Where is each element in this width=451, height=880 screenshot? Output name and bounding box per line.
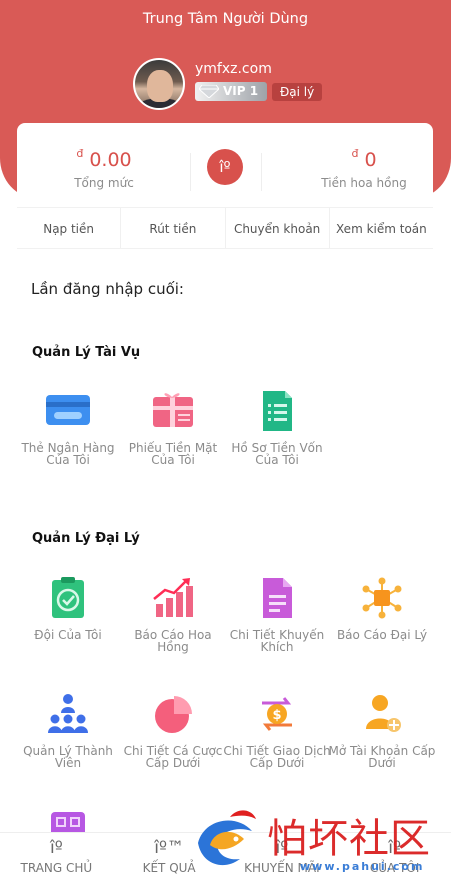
wallet-actions: Nạp tiền Rút tiền Chuyển khoản Xem kiểm …	[17, 207, 433, 249]
fund-record-item[interactable]: Hồ Sơ Tiền Vốn Của Tôi	[223, 390, 331, 466]
agent-report-item[interactable]: Báo Cáo Đại Lý	[328, 577, 436, 641]
nav-home-label: TRANG CHỦ	[20, 861, 93, 875]
diamond-icon	[199, 85, 219, 98]
team-clipboard-icon	[45, 577, 91, 619]
vip-level: VIP 1	[223, 84, 259, 98]
agent-badge: Đại lý	[272, 83, 323, 101]
subordinate-bet-label: Chi Tiết Cá Cược Cấp Dưới	[123, 744, 223, 770]
subordinate-bet-item[interactable]: Chi Tiết Cá Cược Cấp Dưới	[119, 693, 227, 769]
username: ymfxz.com	[195, 61, 272, 77]
member-management-label: Quản Lý Thành Viên	[23, 744, 113, 770]
vip-badge: VIP 1	[195, 82, 267, 101]
commission-balance-label: Tiền hoa hồng	[321, 176, 407, 190]
my-team-label: Đội Của Tôi	[34, 628, 102, 642]
last-login: Lần đăng nhập cuối:	[31, 280, 184, 298]
gift-voucher-icon	[150, 390, 196, 432]
total-balance: đ 0.00 Tổng mức	[17, 147, 191, 190]
open-subordinate-item[interactable]: Mở Tài Khoản Cấp Dưới	[328, 693, 436, 769]
subordinate-transaction-item[interactable]: $ Chi Tiết Giao Dịch Cấp Dưới	[223, 693, 331, 769]
incentive-detail-item[interactable]: Chi Tiết Khuyến Khích	[223, 577, 331, 653]
currency-symbol: đ	[351, 147, 359, 160]
commission-report-item[interactable]: Báo Cáo Hoa Hồng	[119, 577, 227, 653]
subordinate-transaction-label: Chi Tiết Giao Dịch Cấp Dưới	[223, 744, 331, 770]
home-icon: îº	[50, 838, 63, 858]
watermark: 怕坏社区 www.pahui.com	[190, 805, 451, 880]
bank-card-label: Thẻ Ngân Hàng Của Tôi	[21, 441, 115, 467]
agency-section-title: Quản Lý Đại Lý	[32, 531, 140, 546]
divider	[261, 153, 262, 191]
refresh-icon[interactable]: îº	[207, 149, 243, 185]
commission-amount: 0	[364, 149, 377, 171]
cash-voucher-label: Phiếu Tiền Mặt Của Tôi	[128, 441, 218, 467]
currency-symbol: đ	[76, 147, 84, 160]
total-balance-label: Tổng mức	[74, 176, 134, 190]
total-amount: 0.00	[89, 149, 132, 171]
pie-chart-icon	[150, 693, 196, 735]
audit-button[interactable]: Xem kiểm toán	[330, 208, 433, 248]
deposit-button[interactable]: Nạp tiền	[17, 208, 122, 248]
watermark-url: www.pahui.com	[300, 860, 425, 873]
divider	[190, 153, 191, 191]
incentive-detail-label: Chi Tiết Khuyến Khích	[229, 628, 325, 654]
bank-card-icon	[45, 390, 91, 432]
add-user-icon	[359, 693, 405, 735]
avatar-face	[147, 70, 173, 102]
finance-section-title: Quản Lý Tài Vụ	[32, 345, 141, 360]
svg-text:$: $	[272, 708, 281, 723]
commission-report-label: Báo Cáo Hoa Hồng	[134, 628, 212, 654]
commission-balance-value: đ0	[279, 147, 449, 171]
nav-home[interactable]: îº TRANG CHỦ	[0, 833, 113, 880]
commission-chart-icon	[150, 577, 196, 619]
open-subordinate-label: Mở Tài Khoản Cấp Dưới	[328, 744, 436, 770]
coin-transfer-icon: $	[254, 693, 300, 735]
balance-card: đ 0.00 Tổng mức îº đ0 Tiền hoa hồng	[17, 123, 433, 207]
avatar[interactable]	[133, 58, 185, 110]
agent-network-icon	[359, 577, 405, 619]
total-balance-value: đ 0.00	[17, 147, 191, 171]
fish-logo-icon	[198, 810, 256, 866]
bank-card-item[interactable]: Thẻ Ngân Hàng Của Tôi	[14, 390, 122, 466]
incentive-document-icon	[254, 577, 300, 619]
agent-report-label: Báo Cáo Đại Lý	[336, 628, 428, 642]
commission-balance: đ0 Tiền hoa hồng	[279, 147, 449, 190]
my-team-item[interactable]: Đội Của Tôi	[14, 577, 122, 641]
fund-record-icon	[254, 390, 300, 432]
page-title: Trung Tâm Người Dùng	[142, 11, 309, 27]
cash-voucher-item[interactable]: Phiếu Tiền Mặt Của Tôi	[119, 390, 227, 466]
fund-record-label: Hồ Sơ Tiền Vốn Của Tôi	[231, 441, 323, 467]
members-icon	[45, 693, 91, 735]
transfer-button[interactable]: Chuyển khoản	[226, 208, 330, 248]
withdraw-button[interactable]: Rút tiền	[121, 208, 226, 248]
member-management-item[interactable]: Quản Lý Thành Viên	[14, 693, 122, 769]
watermark-text: 怕坏社区	[267, 816, 431, 862]
